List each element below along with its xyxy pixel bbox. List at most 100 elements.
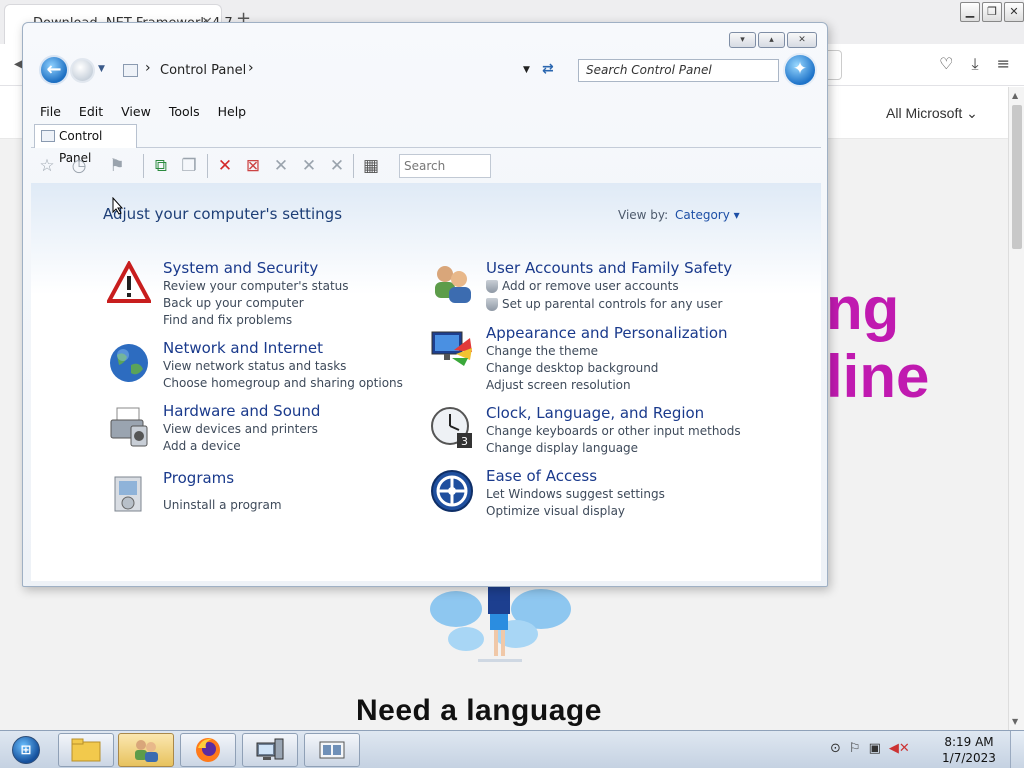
favorites-star-icon[interactable]: ☆	[35, 155, 59, 177]
maximize-button[interactable]: ▴	[758, 32, 785, 48]
category-link[interactable]: Change keyboards or other input methods	[486, 424, 741, 438]
taskbar-explorer[interactable]	[58, 733, 114, 767]
ease-of-access-icon	[431, 470, 473, 512]
browser-restore-button[interactable]: ❐	[982, 2, 1002, 22]
window-caption-buttons: ▾ ▴ ✕	[729, 32, 817, 48]
control-panel-icon	[123, 64, 138, 77]
view-by-value: Category	[675, 208, 730, 222]
close-button[interactable]: ✕	[787, 32, 817, 48]
menu-help[interactable]: Help	[209, 102, 256, 122]
hamburger-menu-icon[interactable]: ≡	[997, 54, 1010, 74]
view-by-dropdown[interactable]: Category ▾	[675, 208, 740, 222]
close-tab-icon[interactable]: ⊠	[241, 155, 265, 177]
network-icon[interactable]: ▣	[869, 741, 881, 756]
close-left-icon[interactable]: ✕	[297, 155, 321, 177]
menu-file[interactable]: File	[31, 102, 70, 122]
category-link[interactable]: Review your computer's status	[163, 279, 349, 293]
pocket-icon[interactable]: ♡	[939, 54, 953, 74]
users-icon	[435, 266, 471, 303]
control-panel-icon	[41, 130, 55, 142]
uac-shield-icon	[486, 280, 498, 293]
history-icon[interactable]: ◷	[67, 155, 91, 177]
taskbar-window-switcher[interactable]	[304, 733, 360, 767]
category-link[interactable]: Choose homegroup and sharing options	[163, 376, 403, 390]
category-link[interactable]: View network status and tasks	[163, 359, 346, 373]
category-link[interactable]: Add a device	[163, 439, 241, 453]
back-button[interactable]: ←	[39, 55, 69, 85]
category-link[interactable]: Optimize visual display	[486, 504, 625, 518]
toolbar-divider	[207, 154, 208, 178]
tab-strip: Control Panel	[31, 124, 821, 165]
taskbar-control-panel[interactable]	[118, 733, 174, 767]
action-center-flag-icon[interactable]: ⚐	[849, 741, 861, 756]
refresh-icon[interactable]: ⇄	[542, 61, 554, 77]
category-link[interactable]: Change display language	[486, 441, 638, 455]
search-globe-icon[interactable]: ✦	[783, 53, 817, 87]
clock-time: 8:19 AM	[944, 735, 994, 749]
category-title[interactable]: Clock, Language, and Region	[486, 404, 704, 422]
category-link[interactable]: Set up parental controls for any user	[486, 297, 722, 311]
close-right-icon[interactable]: ✕	[325, 155, 349, 177]
volume-muted-icon[interactable]: ◀✕	[889, 741, 910, 756]
copy-window-icon[interactable]: ❐	[177, 155, 201, 177]
category-title[interactable]: Network and Internet	[163, 339, 323, 357]
breadcrumb-control-panel[interactable]: Control Panel	[160, 63, 246, 78]
scrollbar-thumb[interactable]	[1012, 105, 1022, 249]
start-button[interactable]: ⊞	[4, 732, 48, 768]
address-dropdown-icon[interactable]: ▼	[523, 65, 530, 75]
category-title[interactable]: System and Security	[163, 259, 318, 277]
download-icon[interactable]: ⤓	[972, 54, 979, 74]
category-link[interactable]: Change the theme	[486, 344, 598, 358]
browser-scrollbar[interactable]: ▲ ▼	[1008, 87, 1024, 730]
windows-flag-icon[interactable]: ⚑	[105, 155, 129, 177]
taskbar-network-app[interactable]	[242, 733, 298, 767]
chevron-down-icon: ⌄	[966, 105, 978, 121]
search-control-panel-input[interactable]: Search Control Panel	[578, 59, 779, 82]
menu-tools[interactable]: Tools	[160, 102, 209, 122]
category-title[interactable]: Appearance and Personalization	[486, 324, 728, 342]
category-link[interactable]: Adjust screen resolution	[486, 378, 631, 392]
hero-subtitle: Need a language	[356, 694, 602, 727]
browser-close-button[interactable]: ✕	[1004, 2, 1024, 22]
tray-arrow-icon[interactable]: ⊙	[830, 741, 841, 756]
category-link[interactable]: Add or remove user accounts	[486, 279, 679, 293]
browser-minimize-button[interactable]: ▁	[960, 2, 980, 22]
menu-edit[interactable]: Edit	[70, 102, 112, 122]
category-link[interactable]: Let Windows suggest settings	[486, 487, 665, 501]
show-desktop-button[interactable]	[1010, 731, 1024, 768]
taskbar-firefox[interactable]	[180, 733, 236, 767]
printer-icon	[110, 407, 148, 447]
mouse-cursor-icon	[112, 197, 124, 215]
delete-icon[interactable]: ✕	[213, 155, 237, 177]
category-link[interactable]: Uninstall a program	[163, 498, 282, 512]
menu-view[interactable]: View	[112, 102, 160, 122]
taskbar-clock[interactable]: 8:19 AM 1/7/2023	[936, 734, 1002, 766]
category-title[interactable]: Ease of Access	[486, 467, 597, 485]
breadcrumb-chevron-icon[interactable]: ›	[248, 60, 254, 76]
view-layout-icon[interactable]: ▦	[359, 155, 383, 177]
category-title[interactable]: Hardware and Sound	[163, 402, 320, 420]
scroll-down-icon[interactable]: ▼	[1012, 717, 1018, 726]
tab-control-panel[interactable]: Control Panel	[34, 124, 137, 165]
taskbar: ⊞ ⊙ ⚐ ▣ ◀✕ 8:19 AM 1/7/2023	[0, 730, 1024, 768]
category-link[interactable]: Find and fix problems	[163, 313, 292, 327]
category-title[interactable]: User Accounts and Family Safety	[486, 259, 732, 277]
category-title[interactable]: Programs	[163, 469, 234, 487]
category-link[interactable]: Back up your computer	[163, 296, 304, 310]
forward-button[interactable]	[70, 58, 95, 83]
all-microsoft-menu[interactable]: All Microsoft ⌄	[886, 105, 978, 122]
scroll-up-icon[interactable]: ▲	[1012, 91, 1018, 100]
category-link[interactable]: View devices and printers	[163, 422, 318, 436]
menu-bar: File Edit View Tools Help	[31, 102, 255, 122]
toolbar-search-input[interactable]: Search	[399, 154, 491, 178]
breadcrumb-chevron-icon[interactable]: ›	[145, 60, 151, 76]
recent-pages-dropdown-icon[interactable]: ▼	[98, 64, 105, 74]
hero-heading-line2: line	[826, 343, 930, 410]
minimize-button[interactable]: ▾	[729, 32, 756, 48]
close-all-icon[interactable]: ✕	[269, 155, 293, 177]
computer-icon	[256, 738, 284, 760]
category-link[interactable]: Change desktop background	[486, 361, 658, 375]
toolbar-divider	[353, 154, 354, 178]
open-in-new-window-icon[interactable]: ⧉	[149, 155, 173, 177]
control-panel-window: ▾ ▴ ✕ ← ▼ › Control Panel › ▼ ⇄ Search C…	[22, 22, 828, 587]
